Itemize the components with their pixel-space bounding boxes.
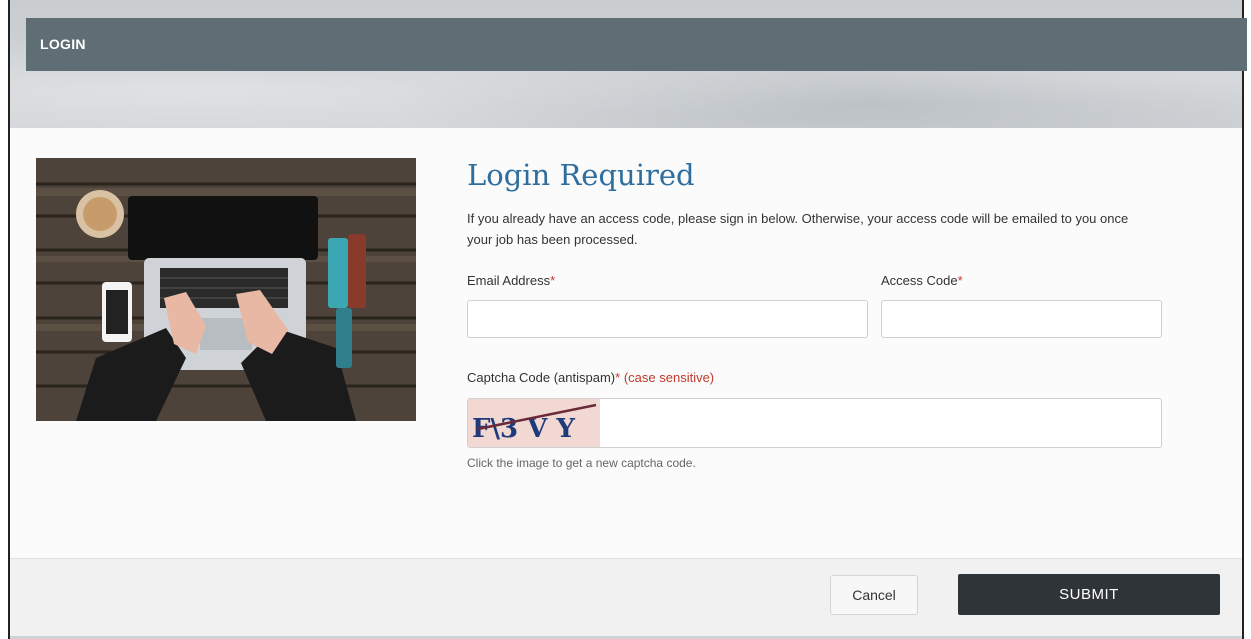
login-modal-body: Login Required If you already have an ac… [10,128,1242,558]
captcha-group: F\3 V Y [467,398,1165,449]
captcha-input[interactable] [601,399,1165,449]
captcha-note: Click the image to get a new captcha cod… [467,456,696,470]
email-label: Email Address* [467,273,556,288]
intro-text: If you already have an access code, plea… [467,211,1129,247]
modal-title: LOGIN [40,36,86,52]
required-asterisk: * [550,273,556,288]
required-asterisk: * [957,273,963,288]
captcha-label: Captcha Code (antispam)* (case sensitive… [467,370,715,385]
laptop-desk-photo [36,158,416,421]
access-code-field[interactable] [881,300,1162,338]
submit-button[interactable]: SUBMIT [958,574,1220,615]
cancel-button[interactable]: Cancel [830,575,918,615]
page-title: Login Required [467,158,695,192]
email-field[interactable] [467,300,868,338]
access-code-label: Access Code* [881,273,963,288]
modal-header: LOGIN [26,18,1247,71]
case-sensitive-hint: (case sensitive) [623,370,715,385]
captcha-image[interactable]: F\3 V Y [468,399,600,447]
required-asterisk: * [615,370,621,385]
modal-footer: Cancel SUBMIT [10,558,1242,636]
